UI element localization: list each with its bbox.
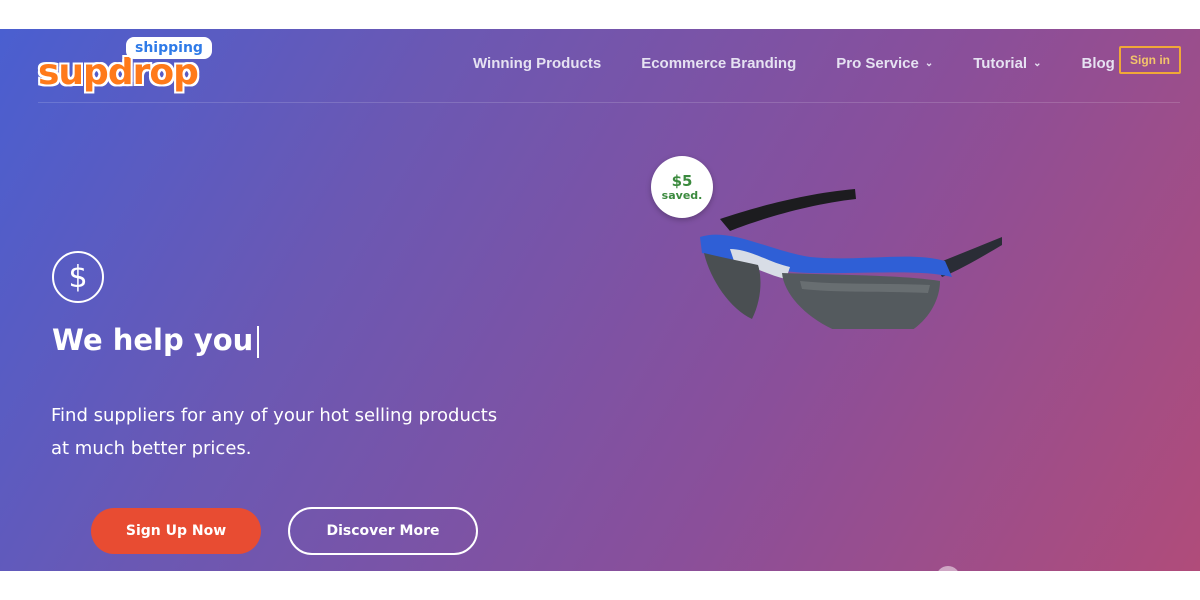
header-divider (38, 102, 1180, 103)
hero-headline-text: We help you (52, 323, 254, 357)
dollar-icon: $ (52, 251, 104, 303)
chevron-down-icon: ⌄ (924, 57, 934, 69)
nav-label: Pro Service (836, 54, 919, 72)
nav-blog[interactable]: Blog (1081, 55, 1114, 72)
main-nav: Winning Products Ecommerce Branding Pro … (473, 51, 1115, 75)
nav-label: Tutorial (973, 54, 1028, 72)
nav-winning-products[interactable]: Winning Products (473, 55, 601, 72)
sign-in-button[interactable]: Sign in (1119, 46, 1181, 74)
supdrop-logo[interactable]: supdrop shipping (38, 37, 212, 97)
savings-badge: $5 saved. (651, 156, 713, 218)
typing-cursor (257, 326, 260, 358)
nav-label: Ecommerce Branding (641, 54, 797, 72)
savings-label: saved. (661, 188, 703, 202)
sign-up-now-button[interactable]: Sign Up Now (91, 508, 261, 554)
scroll-indicator[interactable] (936, 566, 960, 571)
chevron-down-icon: ⌄ (1033, 57, 1042, 69)
hero-headline: We help you (52, 323, 260, 358)
savings-amount: $5 (671, 171, 693, 190)
nav-label: Winning Products (473, 54, 602, 72)
nav-label: Blog (1081, 54, 1115, 72)
logo-shipping-badge: shipping (126, 37, 212, 59)
nav-ecommerce-branding[interactable]: Ecommerce Branding (641, 55, 796, 72)
hero-section: supdrop shipping Winning Products Ecomme… (0, 29, 1200, 571)
sunglasses-image (700, 189, 1002, 329)
hero-description-line2: at much better prices. (51, 438, 252, 459)
discover-more-button[interactable]: Discover More (288, 507, 478, 555)
nav-tutorial[interactable]: Tutorial ⌄ (973, 55, 1041, 72)
hero-description-line1: Find suppliers for any of your hot selli… (51, 405, 498, 426)
hero-description: Find suppliers for any of your hot selli… (51, 399, 571, 465)
nav-pro-service[interactable]: Pro Service ⌄ (836, 55, 933, 72)
